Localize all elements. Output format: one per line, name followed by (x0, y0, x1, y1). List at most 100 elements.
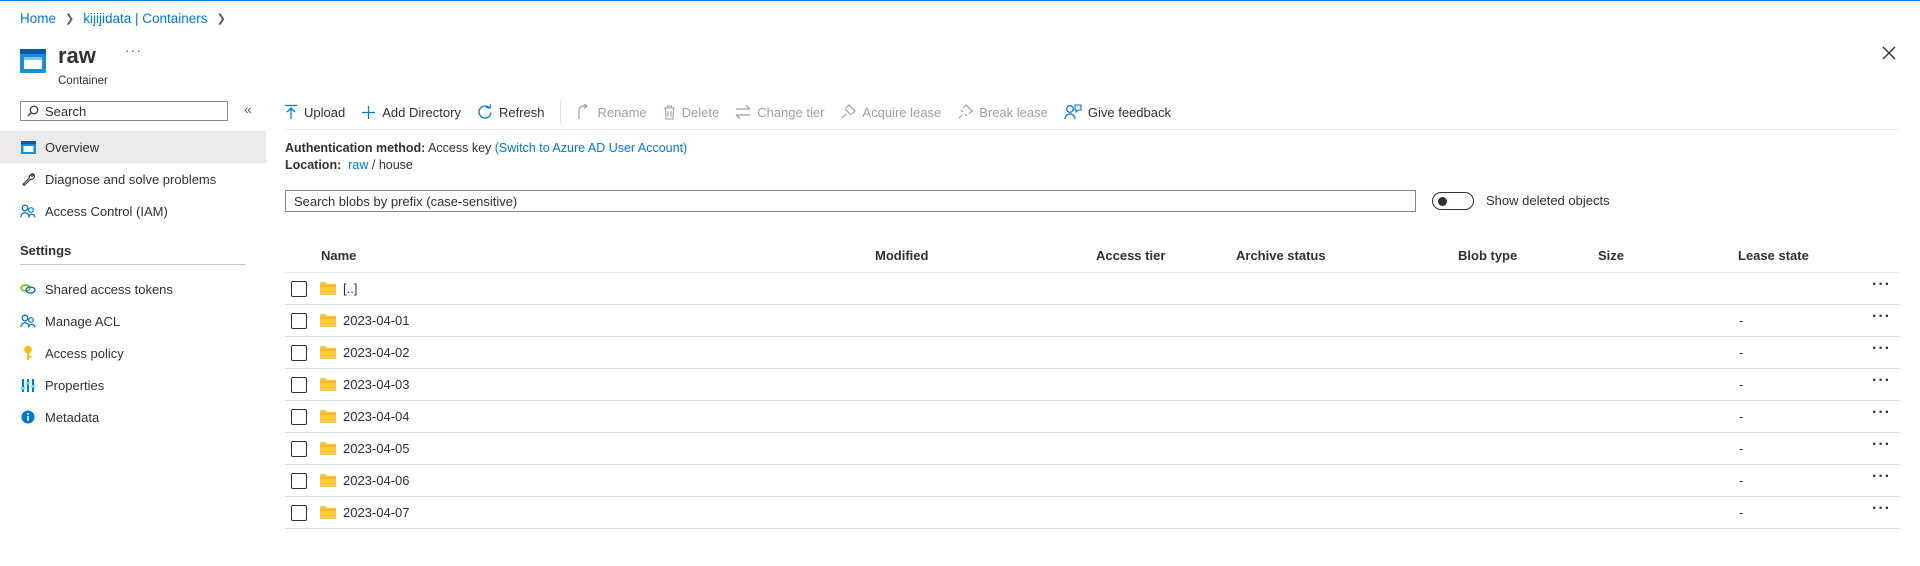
row-checkbox[interactable] (291, 409, 307, 425)
auth-method: Authentication method: Access key (Switc… (285, 141, 687, 155)
column-blob-type[interactable]: Blob type (1458, 248, 1517, 263)
give-feedback-button[interactable]: Give feedback (1064, 104, 1171, 120)
table-row[interactable]: 2023-04-03 - ··· (285, 369, 1900, 401)
sidebar-item-label: Shared access tokens (45, 281, 173, 297)
row-name[interactable]: 2023-04-06 (343, 473, 410, 488)
toolbar-separator (560, 101, 562, 123)
row-lease-state: - (1739, 345, 1744, 360)
link-icon (20, 281, 36, 297)
sidebar-item-overview[interactable]: Overview (0, 131, 266, 163)
sidebar-search-input[interactable] (43, 102, 217, 120)
folder-icon (320, 474, 336, 487)
sidebar-item-access-policy[interactable]: Access policy (0, 337, 266, 369)
table-body: [..] ··· 2023-04-01- ··· 2023-04-02- ··· 2023-… (285, 273, 1900, 529)
row-checkbox[interactable] (291, 473, 307, 489)
table-row[interactable]: 2023-04-05 - ··· (285, 433, 1900, 465)
row-checkbox[interactable] (291, 345, 307, 361)
rename-label: Rename (597, 104, 647, 120)
table-row[interactable]: 2023-04-04 - ··· (285, 401, 1900, 433)
delete-label: Delete (681, 104, 720, 120)
close-icon[interactable] (1880, 44, 1898, 62)
add-directory-label: Add Directory (382, 104, 461, 120)
row-more-button[interactable]: ··· (1872, 468, 1891, 486)
break-lease-button[interactable]: Break lease (957, 104, 1048, 120)
add-directory-button[interactable]: Add Directory (361, 105, 461, 120)
column-access-tier[interactable]: Access tier (1096, 248, 1165, 263)
sidebar-item-label: Overview (45, 139, 100, 155)
row-name[interactable]: 2023-04-03 (343, 377, 410, 392)
breadcrumb-containers[interactable]: kijijidata | Containers (83, 11, 207, 26)
give-feedback-label: Give feedback (1087, 104, 1171, 120)
sidebar-item-label: Metadata (45, 409, 100, 425)
change-tier-button[interactable]: Change tier (735, 105, 824, 120)
location-container-link[interactable]: raw (348, 158, 368, 172)
page-header: raw Container (20, 43, 108, 87)
column-size[interactable]: Size (1598, 248, 1624, 263)
row-more-button[interactable]: ··· (1872, 308, 1891, 326)
location-label: Location: (285, 158, 342, 172)
acquire-lease-button[interactable]: Acquire lease (840, 104, 941, 120)
refresh-icon (478, 104, 492, 119)
sidebar-item-access-control[interactable]: Access Control (IAM) (0, 195, 266, 227)
sidebar-item-shared-access-tokens[interactable]: Shared access tokens (0, 273, 266, 305)
row-name[interactable]: [..] (343, 281, 357, 296)
column-modified[interactable]: Modified (875, 248, 928, 263)
folder-icon (320, 282, 336, 295)
table-row[interactable]: 2023-04-01 - ··· (285, 305, 1900, 337)
sidebar-item-manage-acl[interactable]: Manage ACL (0, 305, 266, 337)
break-lease-icon (958, 104, 974, 119)
row-checkbox[interactable] (291, 505, 307, 521)
row-more-button[interactable]: ··· (1872, 436, 1891, 454)
upload-button[interactable]: Upload (284, 104, 345, 120)
folder-icon (320, 410, 336, 423)
people-icon (20, 313, 36, 329)
sidebar-item-metadata[interactable]: Metadata (0, 401, 266, 433)
folder-icon (320, 442, 336, 455)
chevron-right-icon: ❯ (216, 13, 226, 25)
trash-icon (663, 104, 675, 120)
column-lease-state[interactable]: Lease state (1738, 248, 1809, 263)
row-name[interactable]: 2023-04-04 (343, 409, 410, 424)
column-archive-status[interactable]: Archive status (1236, 248, 1326, 263)
sidebar-search[interactable] (20, 101, 228, 121)
upload-label: Upload (304, 104, 346, 120)
row-name[interactable]: 2023-04-07 (343, 505, 410, 520)
chevron-right-icon: ❯ (65, 13, 75, 25)
row-name[interactable]: 2023-04-05 (343, 441, 410, 456)
row-lease-state: - (1739, 313, 1744, 328)
column-name[interactable]: Name (321, 248, 356, 263)
table-row[interactable]: 2023-04-02 - ··· (285, 337, 1900, 369)
table-row[interactable]: 2023-04-07 - ··· (285, 497, 1900, 529)
blob-search-input[interactable] (285, 190, 1416, 212)
row-more-button[interactable]: ··· (1872, 404, 1891, 422)
folder-icon (320, 314, 336, 327)
row-checkbox[interactable] (291, 377, 307, 393)
delete-button[interactable]: Delete (663, 104, 720, 120)
sidebar-nav: Overview Diagnose and solve problems Acc… (0, 131, 266, 433)
folder-icon (320, 378, 336, 391)
row-lease-state: - (1739, 377, 1744, 392)
refresh-button[interactable]: Refresh (477, 104, 544, 120)
show-deleted-toggle[interactable] (1432, 192, 1474, 210)
row-name[interactable]: 2023-04-02 (343, 345, 410, 360)
row-more-button[interactable]: ··· (1872, 340, 1891, 358)
row-name[interactable]: 2023-04-01 (343, 313, 410, 328)
auth-label: Authentication method: (285, 141, 426, 155)
row-more-button[interactable]: ··· (1872, 500, 1891, 518)
row-checkbox[interactable] (291, 441, 307, 457)
plus-icon (362, 105, 376, 119)
row-checkbox[interactable] (291, 313, 307, 329)
table-row[interactable]: 2023-04-06 - ··· (285, 465, 1900, 497)
row-checkbox[interactable] (291, 281, 307, 297)
row-more-button[interactable]: ··· (1872, 372, 1891, 390)
row-more-button[interactable]: ··· (1872, 276, 1891, 294)
rename-button[interactable]: Rename (577, 104, 647, 120)
breadcrumb-home[interactable]: Home (20, 11, 56, 26)
collapse-sidebar-button[interactable]: « (244, 101, 252, 117)
sidebar-item-diagnose[interactable]: Diagnose and solve problems (0, 163, 266, 195)
sidebar-item-label: Access policy (45, 345, 124, 361)
switch-auth-link[interactable]: (Switch to Azure AD User Account) (495, 141, 687, 155)
more-options-button[interactable]: ··· (125, 42, 142, 58)
sidebar-item-properties[interactable]: Properties (0, 369, 266, 401)
table-row[interactable]: [..] ··· (285, 273, 1900, 305)
